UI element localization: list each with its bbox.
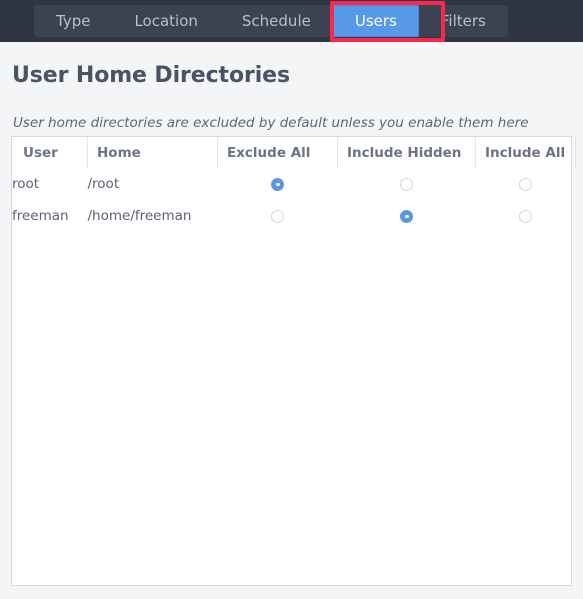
table-row: root /root	[12, 168, 576, 200]
tab-bar: Type Location Schedule Users Filters	[0, 0, 583, 42]
user-home-directories-table: User Home Exclude All Include Hidden Inc…	[12, 137, 576, 232]
content-area: User Home Directories User home director…	[0, 42, 583, 599]
page-subtitle: User home directories are excluded by de…	[13, 115, 529, 131]
cell-home: /root	[87, 176, 120, 192]
cell-include-all	[476, 168, 576, 200]
radio-include-hidden-freeman[interactable]	[400, 209, 413, 223]
table-body: root /root freeman /home/freeman	[12, 168, 576, 232]
page-title: User Home Directories	[12, 63, 290, 88]
radio-exclude-all-root[interactable]	[271, 177, 284, 191]
cell-home: /home/freeman	[87, 208, 192, 224]
cell-user: freeman	[12, 208, 69, 224]
user-home-directories-panel: User Home Exclude All Include Hidden Inc…	[11, 136, 576, 586]
cell-exclude-all	[218, 168, 338, 200]
tab-type[interactable]: Type	[34, 5, 112, 37]
column-header-exclude-all: Exclude All	[217, 137, 338, 168]
cell-exclude-all	[218, 200, 338, 232]
table-header-row: User Home Exclude All Include Hidden Inc…	[12, 137, 576, 168]
column-header-user: User	[12, 137, 88, 168]
tab-location[interactable]: Location	[112, 5, 219, 37]
radio-include-all-freeman[interactable]	[519, 209, 532, 223]
tab-strip: Type Location Schedule Users Filters	[34, 5, 508, 37]
tab-schedule[interactable]: Schedule	[220, 5, 333, 37]
cell-include-hidden	[338, 200, 476, 232]
column-header-include-hidden: Include Hidden	[337, 137, 476, 168]
cell-include-all	[476, 200, 576, 232]
radio-include-all-root[interactable]	[519, 177, 532, 191]
table-row: freeman /home/freeman	[12, 200, 576, 232]
tab-filters[interactable]: Filters	[419, 5, 508, 37]
radio-include-hidden-root[interactable]	[400, 177, 413, 191]
cell-user: root	[12, 176, 40, 192]
tab-users[interactable]: Users	[332, 5, 419, 37]
table-header: User Home Exclude All Include Hidden Inc…	[12, 137, 576, 168]
column-header-home: Home	[87, 137, 218, 168]
cell-include-hidden	[338, 168, 476, 200]
radio-exclude-all-freeman[interactable]	[271, 209, 284, 223]
column-header-include-all: Include All	[475, 137, 576, 168]
